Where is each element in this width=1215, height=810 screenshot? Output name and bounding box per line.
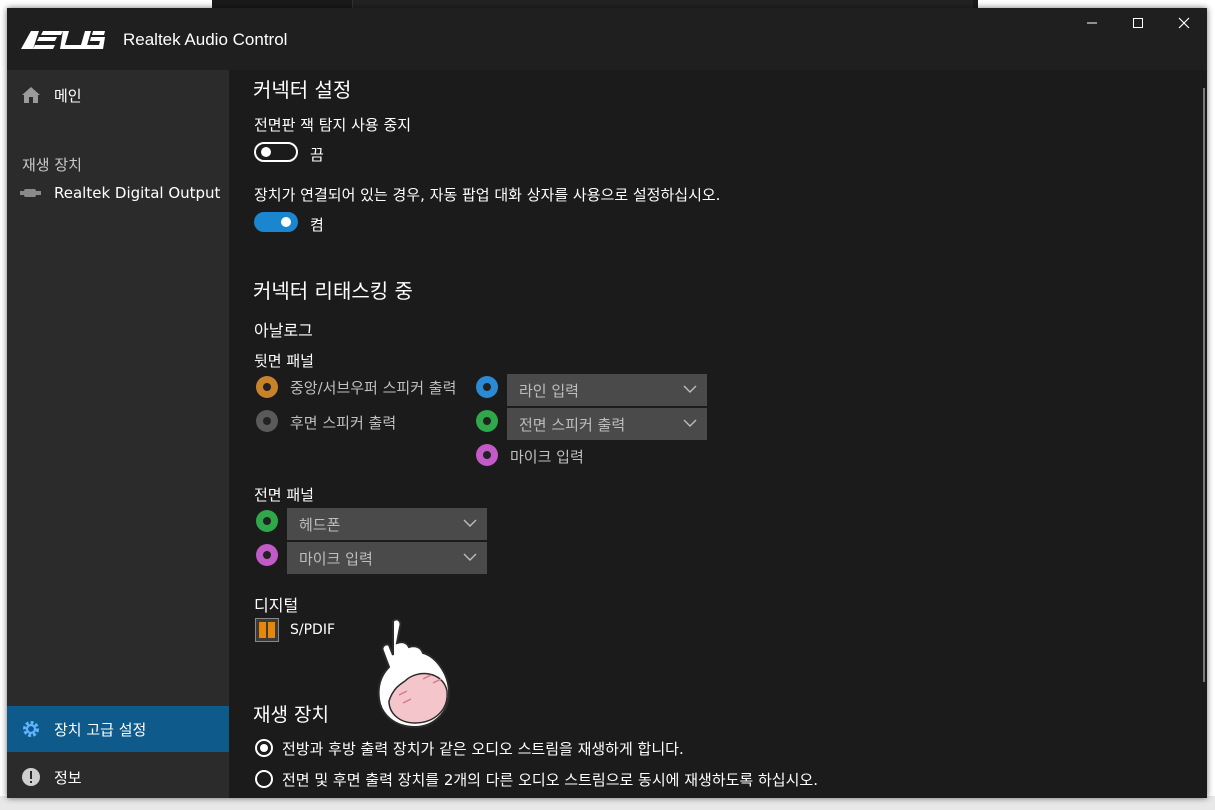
chevron-down-icon bbox=[463, 516, 477, 534]
minimize-button[interactable] bbox=[1069, 8, 1115, 42]
chevron-down-icon bbox=[683, 382, 697, 400]
connector-settings-heading: 커넥터 설정 bbox=[253, 78, 352, 102]
front-mic-dropdown[interactable]: 마이크 입력 bbox=[287, 542, 487, 574]
title-bar: Realtek Audio Control bbox=[7, 8, 1207, 70]
gear-icon bbox=[7, 719, 54, 739]
app-title: Realtek Audio Control bbox=[123, 30, 288, 49]
speaker-device-icon bbox=[7, 187, 54, 199]
sidebar-item-digital-output[interactable]: Realtek Digital Output bbox=[7, 170, 229, 216]
sidebar-item-info[interactable]: 정보 bbox=[7, 754, 229, 798]
asus-logo bbox=[19, 29, 105, 55]
dropdown-value: 마이크 입력 bbox=[299, 549, 373, 568]
spdif-icon bbox=[255, 618, 279, 646]
sidebar-item-label: 정보 bbox=[54, 768, 82, 787]
dropdown-value: 라인 입력 bbox=[519, 381, 579, 400]
auto-popup-state: 켬 bbox=[310, 216, 324, 234]
auto-popup-label: 장치가 연결되어 있는 경우, 자동 팝업 대화 상자를 사용으로 설정하십시오… bbox=[254, 186, 721, 204]
radio-separate-stream-label: 전면 및 후면 출력 장치를 2개의 다른 오디오 스트림으로 동시에 재생하도… bbox=[282, 771, 818, 789]
rear-jack-rear-speaker bbox=[256, 410, 278, 432]
rear-jack-pink bbox=[476, 444, 498, 466]
analog-label: 아날로그 bbox=[254, 321, 313, 340]
sidebar-item-main[interactable]: 메인 bbox=[7, 72, 229, 118]
sidebar-item-advanced[interactable]: 장치 고급 설정 bbox=[7, 706, 229, 752]
scrollbar[interactable] bbox=[1203, 88, 1205, 682]
rear-line-in-dropdown[interactable]: 라인 입력 bbox=[507, 374, 707, 406]
app-window: Realtek Audio Control 메인 재생 장치 Realtek D… bbox=[7, 8, 1207, 798]
dropdown-value: 헤드폰 bbox=[299, 515, 341, 534]
rear-panel-label: 뒷면 패널 bbox=[254, 352, 314, 370]
sidebar-item-label: 장치 고급 설정 bbox=[54, 720, 147, 739]
front-jack-green bbox=[256, 510, 278, 532]
pointing-hand-sticker bbox=[359, 615, 459, 739]
chevron-down-icon bbox=[463, 550, 477, 568]
chevron-down-icon bbox=[683, 416, 697, 434]
maximize-button[interactable] bbox=[1115, 8, 1161, 42]
rear-mic-label: 마이크 입력 bbox=[510, 448, 584, 466]
jack-detect-state: 끔 bbox=[310, 146, 324, 164]
auto-popup-toggle[interactable] bbox=[254, 212, 298, 232]
background-taskbar bbox=[0, 796, 1215, 810]
info-icon bbox=[7, 767, 54, 787]
retasking-heading: 커넥터 리태스킹 중 bbox=[253, 279, 413, 303]
front-panel-label: 전면 패널 bbox=[254, 486, 314, 504]
spdif-label: S/PDIF bbox=[290, 622, 336, 638]
home-icon bbox=[7, 86, 54, 104]
rear-front-speaker-dropdown[interactable]: 전면 스피커 출력 bbox=[507, 408, 707, 440]
rear-jack-label: 후면 스피커 출력 bbox=[290, 414, 397, 432]
radio-separate-stream[interactable] bbox=[255, 770, 273, 788]
main-content: 커넥터 설정 전면판 잭 탐지 사용 중지 끔 장치가 연결되어 있는 경우, … bbox=[229, 70, 1207, 798]
dropdown-value: 전면 스피커 출력 bbox=[519, 415, 626, 434]
jack-detect-label: 전면판 잭 탐지 사용 중지 bbox=[254, 116, 412, 134]
front-headphone-dropdown[interactable]: 헤드폰 bbox=[287, 508, 487, 540]
sidebar-item-label: 메인 bbox=[54, 86, 82, 105]
radio-same-stream-label: 전방과 후방 출력 장치가 같은 오디오 스트림을 재생하게 합니다. bbox=[282, 740, 684, 758]
jack-detect-toggle[interactable] bbox=[254, 142, 298, 162]
sidebar-item-label: Realtek Digital Output bbox=[54, 184, 221, 202]
digital-label: 디지털 bbox=[254, 596, 299, 615]
rear-jack-green bbox=[476, 410, 498, 432]
sidebar: 메인 재생 장치 Realtek Digital Output 장치 고급 설정… bbox=[7, 70, 229, 798]
front-jack-pink bbox=[256, 544, 278, 566]
rear-jack-center-sub bbox=[256, 376, 278, 398]
rear-jack-label: 중앙/서브우퍼 스피커 출력 bbox=[290, 379, 457, 397]
radio-same-stream[interactable] bbox=[255, 739, 273, 757]
rear-jack-blue bbox=[476, 376, 498, 398]
close-button[interactable] bbox=[1161, 8, 1207, 42]
playback-heading: 재생 장치 bbox=[253, 704, 329, 726]
